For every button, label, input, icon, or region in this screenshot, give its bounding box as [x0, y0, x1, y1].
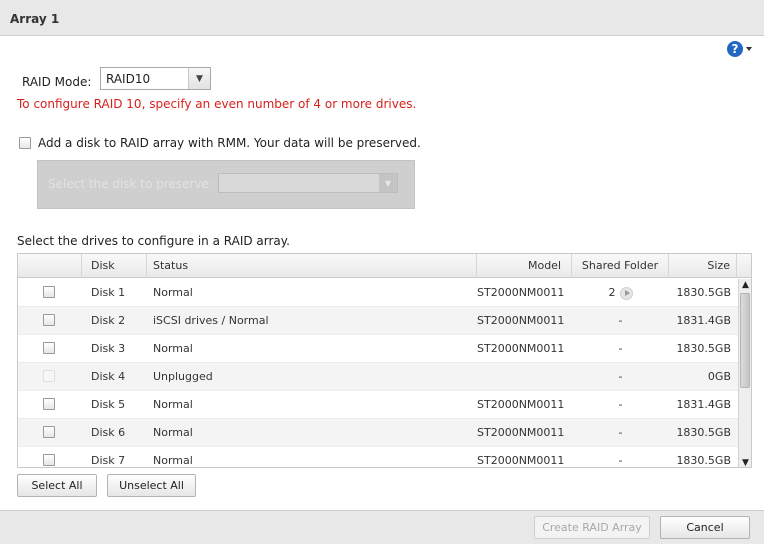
create-raid-array-button[interactable]: Create RAID Array	[534, 516, 650, 539]
shared-folder-count: 2	[608, 286, 616, 299]
raid-warning-text: To configure RAID 10, specify an even nu…	[17, 97, 417, 111]
status-cell: Normal	[153, 398, 193, 411]
play-icon[interactable]	[619, 286, 633, 300]
rmm-checkbox[interactable]	[19, 137, 31, 149]
window-titlebar: Array 1	[0, 0, 764, 36]
model-cell	[477, 363, 572, 391]
shared-folder-cell: -	[618, 314, 623, 327]
drives-section-label: Select the drives to configure in a RAID…	[17, 234, 290, 248]
status-cell: Normal	[153, 342, 193, 355]
model-cell: ST2000NM0011	[477, 454, 565, 467]
column-header-status[interactable]: Status	[147, 254, 477, 278]
rmm-label: Add a disk to RAID array with RMM. Your …	[38, 136, 421, 150]
raid-mode-label: RAID Mode:	[22, 75, 92, 89]
help-button[interactable]: ?	[727, 39, 757, 59]
table-row[interactable]: Disk 1 Normal ST2000NM0011 2 1830.5GB	[18, 279, 738, 307]
disk-cell: Disk 7	[91, 454, 126, 467]
scroll-down-icon[interactable]: ▼	[740, 457, 751, 467]
preserve-disk-panel: Select the disk to preserve: ▼	[37, 160, 415, 209]
disk-cell: Disk 2	[91, 314, 126, 327]
size-cell: 1830.5GB	[676, 342, 731, 355]
disk-cell: Disk 4	[91, 370, 126, 383]
chevron-down-icon: ▼	[196, 73, 203, 84]
table-row[interactable]: Disk 5 Normal ST2000NM0011 - 1831.4GB	[18, 391, 738, 419]
model-cell: ST2000NM0011	[477, 286, 565, 299]
model-cell: ST2000NM0011	[477, 342, 565, 355]
size-cell: 1830.5GB	[676, 286, 731, 299]
scroll-up-icon[interactable]: ▲	[740, 279, 751, 291]
preserve-disk-label: Select the disk to preserve:	[48, 177, 213, 191]
disk-cell: Disk 3	[91, 342, 126, 355]
row-checkbox[interactable]	[43, 398, 55, 410]
row-checkbox[interactable]	[43, 286, 55, 298]
scrollbar-thumb[interactable]	[740, 293, 750, 388]
table-row: Disk 4 Unplugged - 0GB	[18, 363, 738, 391]
column-header-select	[18, 254, 82, 278]
vertical-scrollbar[interactable]: ▲ ▼	[738, 279, 751, 467]
help-icon: ?	[727, 41, 743, 57]
chevron-down-icon	[746, 47, 752, 51]
drives-table: Disk Status Model Shared Folder Size Dis…	[17, 253, 752, 468]
select-all-button[interactable]: Select All	[17, 474, 97, 497]
column-header-model[interactable]: Model	[477, 254, 572, 278]
size-cell: 1831.4GB	[676, 314, 731, 327]
status-cell: iSCSI drives / Normal	[153, 314, 269, 327]
column-header-size[interactable]: Size	[669, 254, 737, 278]
model-cell: ST2000NM0011	[477, 426, 565, 439]
size-cell: 1830.5GB	[676, 426, 731, 439]
shared-folder-cell: 2	[572, 279, 669, 307]
model-cell: ST2000NM0011	[477, 398, 565, 411]
table-row[interactable]: Disk 3 Normal ST2000NM0011 - 1830.5GB	[18, 335, 738, 363]
status-cell: Normal	[153, 454, 193, 467]
disk-cell: Disk 1	[91, 286, 126, 299]
row-checkbox[interactable]	[43, 314, 55, 326]
column-header-shared-folder[interactable]: Shared Folder	[572, 254, 669, 278]
size-cell: 1831.4GB	[676, 398, 731, 411]
table-header: Disk Status Model Shared Folder Size	[18, 254, 751, 278]
row-checkbox[interactable]	[43, 426, 55, 438]
unselect-all-button[interactable]: Unselect All	[107, 474, 196, 497]
row-checkbox[interactable]	[43, 342, 55, 354]
table-row[interactable]: Disk 7 Normal ST2000NM0011 - 1830.5GB	[18, 447, 738, 467]
size-cell: 1830.5GB	[676, 454, 731, 467]
raid-mode-select[interactable]: RAID10 ▼	[100, 67, 211, 90]
raid-mode-value: RAID10	[106, 72, 151, 86]
shared-folder-cell: -	[618, 370, 623, 383]
column-header-disk[interactable]: Disk	[82, 254, 147, 278]
disk-cell: Disk 6	[91, 426, 126, 439]
model-cell: ST2000NM0011	[477, 314, 565, 327]
status-cell: Unplugged	[153, 370, 213, 383]
table-row[interactable]: Disk 2 iSCSI drives / Normal ST2000NM001…	[18, 307, 738, 335]
preserve-disk-select: ▼	[218, 173, 398, 193]
size-cell: 0GB	[707, 370, 731, 383]
row-checkbox[interactable]	[43, 454, 55, 466]
row-checkbox-disabled	[43, 370, 55, 382]
status-cell: Normal	[153, 286, 193, 299]
shared-folder-cell: -	[618, 398, 623, 411]
cancel-button[interactable]: Cancel	[660, 516, 750, 539]
disk-cell: Disk 5	[91, 398, 126, 411]
status-cell: Normal	[153, 426, 193, 439]
chevron-down-icon: ▼	[379, 174, 397, 192]
dropdown-arrow[interactable]: ▼	[188, 68, 210, 89]
table-row[interactable]: Disk 6 Normal ST2000NM0011 - 1830.5GB	[18, 419, 738, 447]
shared-folder-cell: -	[618, 342, 623, 355]
window-title: Array 1	[10, 12, 60, 26]
shared-folder-cell: -	[618, 426, 623, 439]
shared-folder-cell: -	[618, 454, 623, 467]
table-body: Disk 1 Normal ST2000NM0011 2 1830.5GB Di…	[18, 279, 738, 467]
